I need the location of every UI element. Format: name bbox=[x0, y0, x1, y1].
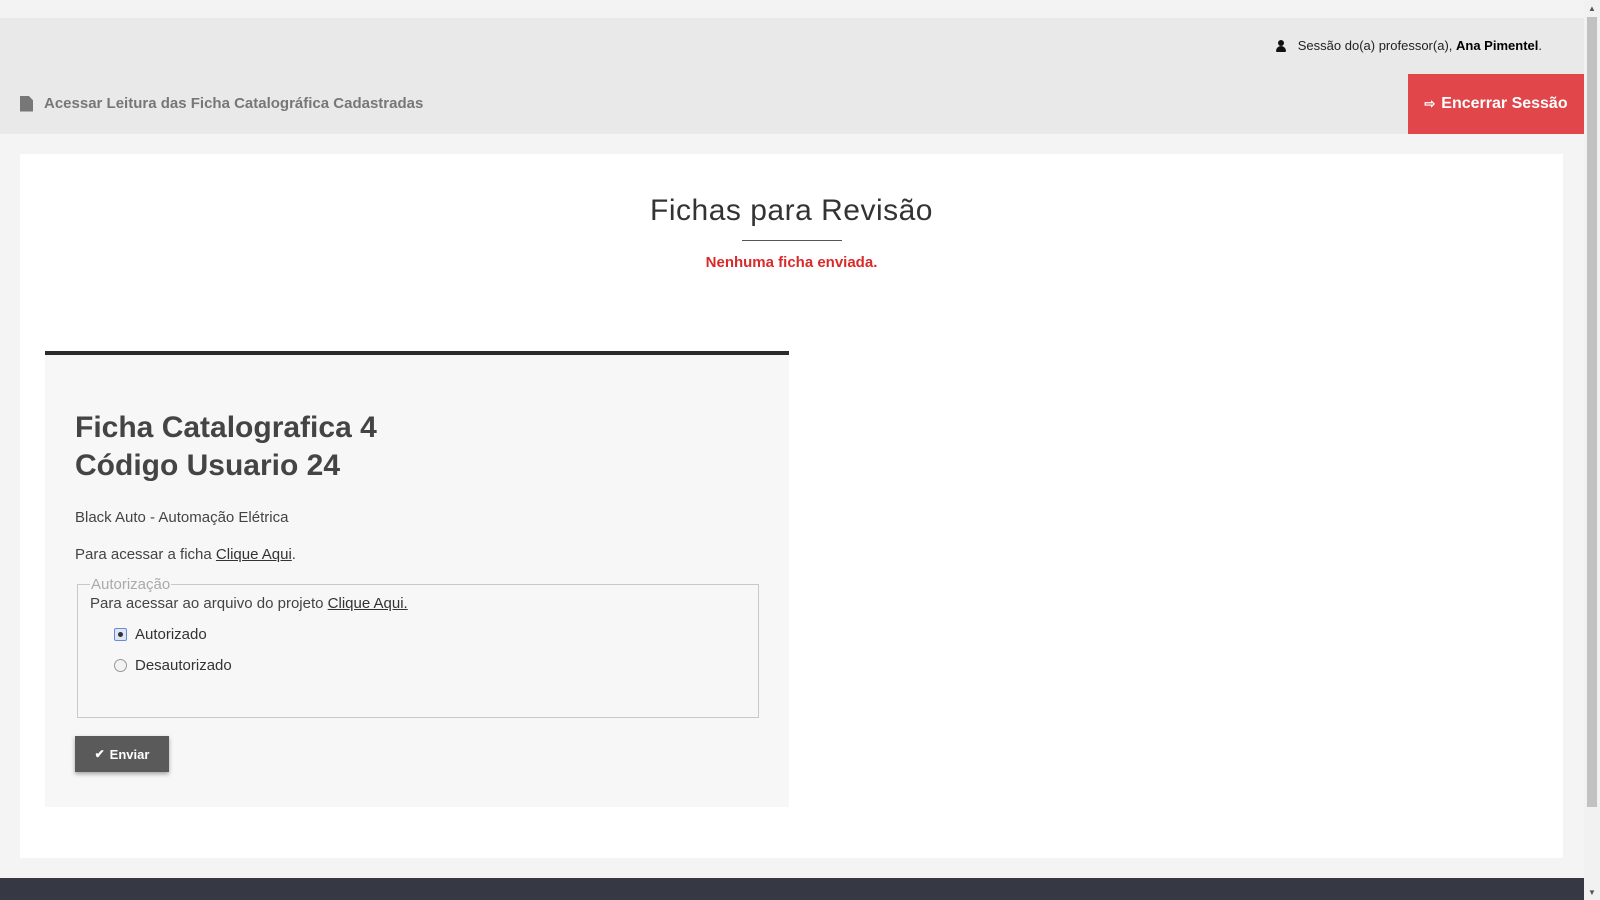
authorization-fieldset: Autorização Para acessar ao arquivo do p… bbox=[77, 576, 759, 718]
ficha-title: Ficha Catalografica 4 Código Usuario 24 bbox=[75, 409, 377, 485]
ficha-title-line2: Código Usuario 24 bbox=[75, 449, 341, 482]
session-suffix: . bbox=[1538, 38, 1542, 53]
scroll-down-icon[interactable]: ▼ bbox=[1584, 884, 1600, 900]
title-divider bbox=[742, 240, 842, 241]
main-card: Fichas para Revisão Nenhuma ficha enviad… bbox=[20, 154, 1563, 858]
logout-label: Encerrar Sessão bbox=[1441, 95, 1568, 112]
ficha-description: Black Auto - Automação Elétrica bbox=[75, 509, 289, 526]
status-message: Nenhuma ficha enviada. bbox=[705, 254, 878, 271]
radio-desautorizado[interactable]: Desautorizado bbox=[114, 657, 746, 674]
ficha-card: Ficha Catalografica 4 Código Usuario 24 … bbox=[45, 351, 789, 807]
session-user: Ana Pimentel bbox=[1456, 38, 1539, 53]
page-title: Fichas para Revisão bbox=[650, 194, 933, 227]
ficha-access-text: Para acessar a ficha Clique Aqui. bbox=[75, 546, 296, 563]
project-access-text: Para acessar ao arquivo do projeto Cliqu… bbox=[90, 595, 746, 612]
ficha-title-line1: Ficha Catalografica 4 bbox=[75, 411, 377, 444]
user-icon bbox=[1275, 39, 1286, 52]
page-link-label: Acessar Leitura das Ficha Catalográfica … bbox=[44, 95, 424, 112]
radio-desautorizado-label: Desautorizado bbox=[135, 657, 232, 674]
footer bbox=[0, 878, 1584, 900]
radio-autorizado-label: Autorizado bbox=[135, 626, 207, 643]
header: Sessão do(a) professor(a), Ana Pimentel.… bbox=[0, 18, 1584, 134]
sign-out-icon: ⇨ bbox=[1424, 96, 1436, 111]
ficha-access-suffix: . bbox=[291, 546, 296, 563]
radio-desautorizado-input[interactable] bbox=[114, 659, 127, 672]
top-strip bbox=[0, 0, 1584, 18]
document-icon bbox=[20, 95, 33, 112]
vertical-scrollbar[interactable]: ▲ ▼ bbox=[1584, 0, 1600, 900]
send-button[interactable]: ✔ Enviar bbox=[75, 736, 169, 772]
session-info: Sessão do(a) professor(a), Ana Pimentel. bbox=[1275, 38, 1542, 53]
authorization-legend: Autorização bbox=[91, 576, 171, 593]
scrollbar-thumb[interactable] bbox=[1587, 17, 1597, 807]
project-access-prefix: Para acessar ao arquivo do projeto bbox=[90, 595, 328, 612]
send-label: Enviar bbox=[109, 746, 150, 762]
radio-autorizado[interactable]: Autorizado bbox=[114, 626, 746, 643]
scroll-up-icon[interactable]: ▲ bbox=[1584, 0, 1600, 16]
ficha-access-link[interactable]: Clique Aqui bbox=[216, 546, 292, 563]
logout-button[interactable]: ⇨ Encerrar Sessão bbox=[1408, 74, 1584, 134]
page-link-leitura[interactable]: Acessar Leitura das Ficha Catalográfica … bbox=[20, 95, 423, 112]
ficha-access-prefix: Para acessar a ficha bbox=[75, 546, 216, 563]
radio-autorizado-input[interactable] bbox=[114, 628, 127, 641]
project-access-link[interactable]: Clique Aqui. bbox=[328, 595, 408, 612]
session-prefix: Sessão do(a) professor(a), bbox=[1297, 38, 1453, 53]
check-icon: ✔ bbox=[94, 747, 105, 761]
